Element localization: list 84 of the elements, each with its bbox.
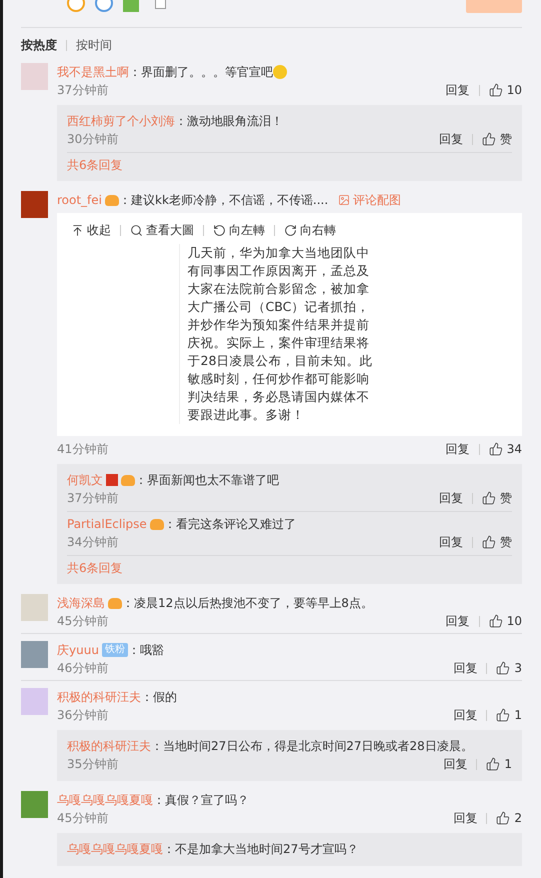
image-tool-button[interactable]: 查看大圖 — [130, 222, 194, 239]
member-badge-icon — [105, 194, 119, 206]
reply-link[interactable]: 回复 — [453, 809, 478, 827]
sort-tab[interactable]: 按时间 — [76, 37, 112, 54]
image-tool-button[interactable]: 收起 — [71, 222, 111, 239]
thumbs-up-icon — [488, 83, 503, 97]
screenshot-text-line: 敏感时刻，任何炒作都可能影响 — [188, 370, 371, 388]
reply-link[interactable]: 回复 — [446, 440, 470, 458]
comment-time: 45分钟前 — [57, 613, 108, 630]
thumbs-up-icon — [482, 535, 496, 549]
like-button[interactable]: 2 — [496, 809, 522, 827]
reply-link[interactable]: 回复 — [439, 533, 463, 551]
verified-badge-icon — [106, 474, 118, 486]
thumbs-up-icon — [488, 442, 503, 456]
like-button[interactable]: 赞 — [482, 533, 512, 551]
reply-link[interactable]: 回复 — [439, 130, 463, 148]
reply-text: ：当地时间27日公布，得是北京时间27日晚或者28日凌晨。 — [151, 738, 473, 755]
reply-text: ：不是加拿大当地时间27号才宣吗？ — [163, 841, 358, 858]
like-button[interactable]: 3 — [496, 659, 522, 677]
reply-link[interactable]: 回复 — [443, 755, 468, 773]
emoji-icon — [273, 65, 287, 79]
reply-link[interactable]: 回复 — [439, 489, 463, 507]
thumbs-up-icon — [488, 614, 503, 628]
like-button[interactable]: 10 — [488, 612, 522, 630]
screenshot-text-line: 判决结果，务必恳请国内媒体不 — [188, 388, 371, 406]
rotate-left-icon — [213, 224, 226, 237]
search-icon — [130, 224, 143, 237]
avatar[interactable] — [21, 791, 48, 818]
screenshot-text-line: 并炒作华为预知案件结果并提前 — [188, 316, 371, 334]
avatar[interactable] — [21, 641, 48, 668]
thumbs-up-icon — [486, 757, 500, 771]
reply-text: ：看完这条评论又难过了 — [164, 516, 296, 533]
member-badge-icon — [121, 474, 135, 486]
screenshot-text-line: 要跟进此事。多谢！ — [188, 406, 306, 424]
comment-text: ：界面删了。。。等官宣吧 — [129, 64, 273, 81]
like-button[interactable]: 34 — [488, 440, 522, 458]
reply-link[interactable]: 回复 — [446, 81, 470, 99]
reply-link[interactable]: 回复 — [453, 706, 478, 724]
comment-text: ：建议kk老师冷静，不信谣，不传谣.... — [119, 192, 328, 209]
screenshot-text-line: 于28日凌晨公布，目前未知。此 — [188, 352, 372, 370]
reply-time: 30分钟前 — [67, 131, 118, 148]
comment-time: 45分钟前 — [57, 810, 108, 827]
reply-link[interactable]: 回复 — [453, 659, 478, 677]
screenshot-text-line: 大家在法院前合影留念，被加拿 — [188, 280, 371, 298]
upload-icon — [71, 224, 84, 237]
fan-tag: 铁粉 — [102, 643, 128, 657]
thumbs-up-icon — [482, 491, 496, 505]
like-button[interactable]: 1 — [486, 755, 512, 773]
thumbs-up-icon — [496, 811, 510, 825]
rotate-right-icon — [284, 224, 297, 237]
avatar[interactable] — [21, 688, 48, 715]
member-badge-icon — [108, 598, 122, 608]
reply-time: 34分钟前 — [67, 534, 118, 551]
comment-time: 41分钟前 — [57, 441, 108, 458]
thumbs-up-icon — [482, 132, 496, 146]
like-button[interactable]: 10 — [488, 81, 522, 99]
like-button[interactable]: 1 — [496, 706, 522, 724]
sort-tab[interactable]: 按热度 — [21, 37, 57, 54]
comment-text: ：真假？宣了吗？ — [153, 792, 249, 809]
comment-time: 46分钟前 — [57, 660, 108, 677]
avatar[interactable] — [21, 594, 48, 621]
comment-text: ：哦豁 — [128, 642, 164, 659]
reply-text: ：激动地眼角流泪！ — [175, 113, 283, 130]
reply-link[interactable]: 回复 — [446, 612, 470, 630]
comment-time: 37分钟前 — [57, 82, 108, 99]
avatar[interactable] — [21, 191, 48, 218]
image-tool-button[interactable]: 向左轉 — [213, 222, 265, 239]
like-button[interactable]: 赞 — [482, 489, 512, 507]
thumbs-up-icon — [496, 708, 510, 722]
comment-time: 36分钟前 — [57, 707, 108, 724]
screenshot-text-line: 有同事因工作原因离开，孟总及 — [188, 262, 371, 280]
avatar[interactable] — [21, 63, 48, 90]
reply-time: 35分钟前 — [67, 756, 118, 773]
screenshot-text-line: 庆祝。实际上，案件审理结果将 — [188, 334, 371, 352]
screenshot-text-line: 几天前，华为加拿大当地团队中 — [188, 244, 371, 262]
comment-text: ：凌晨12点以后热搜池不变了，要等早上8点。 — [122, 595, 373, 612]
member-badge-icon — [150, 518, 164, 530]
screenshot-text-line: 大广播公司（CBC）记者抓拍， — [188, 298, 370, 316]
reply-text: ：界面新闻也太不靠谱了吧 — [135, 472, 279, 489]
image-tool-button[interactable]: 向右轉 — [284, 222, 336, 239]
thumbs-up-icon — [496, 661, 510, 675]
reply-time: 37分钟前 — [67, 490, 118, 507]
comment-text: ：假的 — [141, 689, 177, 706]
like-button[interactable]: 赞 — [482, 130, 512, 148]
